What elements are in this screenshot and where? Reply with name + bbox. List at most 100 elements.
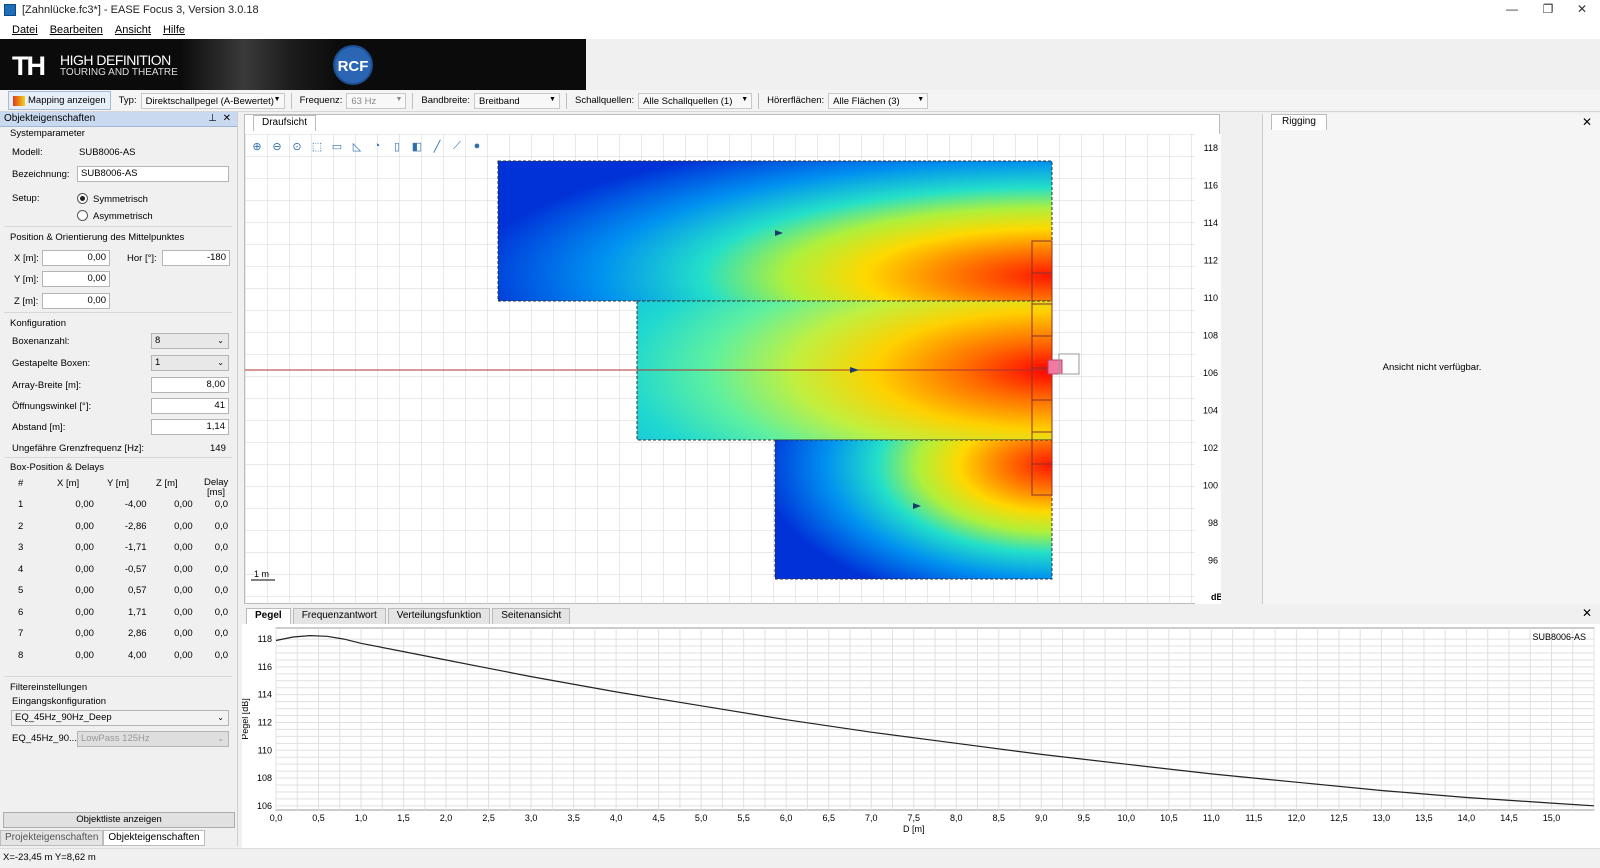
- mapping-button[interactable]: Mapping anzeigen: [8, 91, 111, 110]
- y-tick-label: 108: [257, 773, 272, 783]
- spacing-field[interactable]: 1,14: [151, 419, 229, 435]
- table-cell: 4: [18, 563, 24, 575]
- table-row[interactable]: 4 0,00 -0,57 0,00 0,0: [4, 559, 232, 581]
- opening-field[interactable]: 41: [151, 398, 229, 414]
- array-width-field[interactable]: 8,00: [151, 377, 229, 393]
- listener-area-3[interactable]: [774, 439, 1053, 580]
- table-cell: 0,00: [75, 499, 94, 511]
- table-row[interactable]: 7 0,00 2,86 0,00 0,0: [4, 623, 232, 645]
- menu-bearbeiten[interactable]: Bearbeiten: [50, 24, 103, 36]
- x-tick-label: 8,5: [993, 813, 1006, 823]
- listener-select[interactable]: Alle Flächen (3) ▼: [828, 92, 929, 109]
- tab-project-properties[interactable]: Projekteigenschaften: [0, 830, 104, 846]
- y-label: Y [m]:: [14, 274, 39, 285]
- box-icon[interactable]: ▯: [389, 139, 405, 153]
- col-header-x: X [m]: [57, 478, 80, 489]
- sources-select[interactable]: Alle Schallquellen (1) ▼: [638, 92, 753, 109]
- mapping-view[interactable]: 1 m 118 116 114 112 110 108 106 104 102 100 98 96 dB: [245, 134, 1221, 604]
- rect-icon[interactable]: ▭: [329, 139, 345, 153]
- x-tick-label: 9,0: [1035, 813, 1048, 823]
- x-tick-label: 11,5: [1245, 813, 1262, 823]
- menu-bar: Datei Bearbeiten Ansicht Hilfe: [0, 20, 1600, 39]
- radio-asymmetric[interactable]: [77, 210, 88, 221]
- y-tick-label: 112: [258, 717, 272, 727]
- polygon-icon[interactable]: ◺: [349, 139, 365, 153]
- close-icon[interactable]: ✕: [1582, 115, 1592, 129]
- mapping-icon: [13, 95, 25, 106]
- table-row[interactable]: 8 0,00 4,00 0,00 0,0: [4, 645, 232, 667]
- tab-object-properties[interactable]: Objekteigenschaften: [103, 830, 205, 846]
- table-cell: 0,00: [75, 606, 94, 618]
- object-list-button[interactable]: Objektliste anzeigen: [3, 812, 235, 828]
- close-window-button[interactable]: ✕: [1564, 0, 1600, 20]
- banner-line2: TOURING AND THEATRE: [60, 67, 178, 78]
- y-field[interactable]: 0,00: [42, 271, 110, 287]
- lowpass-select[interactable]: LowPass 125Hz ⌄: [77, 731, 229, 747]
- chevron-down-icon: ⌄: [217, 713, 224, 722]
- input-conf-value: EQ_45Hz_90Hz_Deep: [15, 712, 112, 723]
- pin-icon[interactable]: ⊥: [208, 112, 217, 126]
- close-icon[interactable]: ✕: [223, 112, 231, 126]
- table-row[interactable]: 6 0,00 1,71 0,00 0,0: [4, 602, 232, 624]
- close-icon[interactable]: ✕: [1582, 606, 1592, 620]
- typ-label: Typ:: [118, 95, 137, 106]
- table-cell: 5: [18, 585, 24, 597]
- table-row[interactable]: 5 0,00 0,57 0,00 0,0: [4, 580, 232, 602]
- zoom-out-icon[interactable]: ⊖: [269, 139, 285, 153]
- array-width-label: Array-Breite [m]:: [12, 380, 82, 391]
- table-row[interactable]: 2 0,00 -2,86 0,00 0,0: [4, 516, 232, 538]
- tab-draufsicht[interactable]: Draufsicht: [253, 115, 317, 131]
- typ-select[interactable]: Direktschallpegel (A-Bewertet) ▼: [140, 92, 285, 109]
- listener-value: Alle Flächen (3): [833, 95, 900, 107]
- stacked-select[interactable]: 1 ⌄: [151, 355, 229, 371]
- zoom-in-icon[interactable]: ⊕: [249, 139, 265, 153]
- band-select[interactable]: Breitband ▼: [473, 92, 560, 109]
- menu-hilfe[interactable]: Hilfe: [163, 24, 185, 36]
- zoom-fit-icon[interactable]: ⊙: [289, 139, 305, 153]
- restore-button[interactable]: ❐: [1530, 0, 1566, 20]
- chevron-down-icon: ▼: [395, 95, 403, 103]
- mapping-canvas[interactable]: 1 m 118 116 114 112 110 108 106 104 102 100 98 96 dB: [245, 134, 1221, 604]
- minimize-button[interactable]: —: [1494, 0, 1530, 20]
- tab-verteilungsfunktion[interactable]: Verteilungsfunktion: [387, 608, 491, 624]
- speaker-handle[interactable]: [1047, 359, 1063, 375]
- name-field[interactable]: SUB8006-AS: [77, 166, 229, 182]
- x-tick-label: 15,0: [1543, 813, 1561, 823]
- spacing-label: Abstand [m]:: [12, 422, 66, 433]
- x-tick-label: 4,5: [652, 813, 665, 823]
- freq-select[interactable]: 63 Hz ▼: [346, 92, 407, 109]
- measure-icon[interactable]: ⟋: [449, 139, 465, 153]
- table-cell: 0,00: [174, 563, 193, 575]
- box-count-select[interactable]: 8 ⌄: [151, 333, 229, 349]
- shape-icon[interactable]: ◧: [409, 139, 425, 153]
- z-field[interactable]: 0,00: [42, 293, 110, 309]
- select-icon[interactable]: ⬚: [309, 139, 325, 153]
- rcf-logo: RCF: [333, 45, 373, 85]
- separator: [412, 92, 414, 109]
- arc-icon[interactable]: ◔: [369, 139, 385, 153]
- line-icon[interactable]: ╱: [429, 139, 445, 153]
- x-tick-label: 6,5: [822, 813, 835, 823]
- menu-datei[interactable]: Datei: [12, 24, 38, 36]
- table-cell: -1,71: [124, 542, 147, 554]
- tab-rigging[interactable]: Rigging: [1271, 114, 1327, 130]
- table-row[interactable]: 1 0,00 -4,00 0,00 0,0: [4, 494, 232, 516]
- table-cell: 0,0: [214, 563, 228, 575]
- tab-pegel[interactable]: Pegel: [246, 608, 291, 624]
- x-field[interactable]: 0,00: [42, 250, 110, 266]
- hor-label: Hor [°]:: [127, 253, 157, 264]
- table-cell: 0,00: [75, 563, 94, 575]
- table-row[interactable]: 3 0,00 -1,71 0,00 0,0: [4, 537, 232, 559]
- tab-seitenansicht[interactable]: Seitenansicht: [492, 608, 571, 624]
- table-cell: 0,00: [174, 542, 193, 554]
- input-conf-select[interactable]: EQ_45Hz_90Hz_Deep ⌄: [11, 710, 229, 726]
- marker-icon[interactable]: ●: [469, 139, 485, 153]
- stacked-value: 1: [155, 357, 161, 368]
- x-tick-label: 5,0: [695, 813, 708, 823]
- divider: [4, 312, 232, 313]
- hor-field[interactable]: -180: [162, 250, 230, 266]
- radio-symmetric-label: Symmetrisch: [93, 194, 148, 205]
- menu-ansicht[interactable]: Ansicht: [115, 24, 151, 36]
- radio-symmetric[interactable]: [77, 193, 88, 204]
- tab-frequenzantwort[interactable]: Frequenzantwort: [292, 608, 386, 624]
